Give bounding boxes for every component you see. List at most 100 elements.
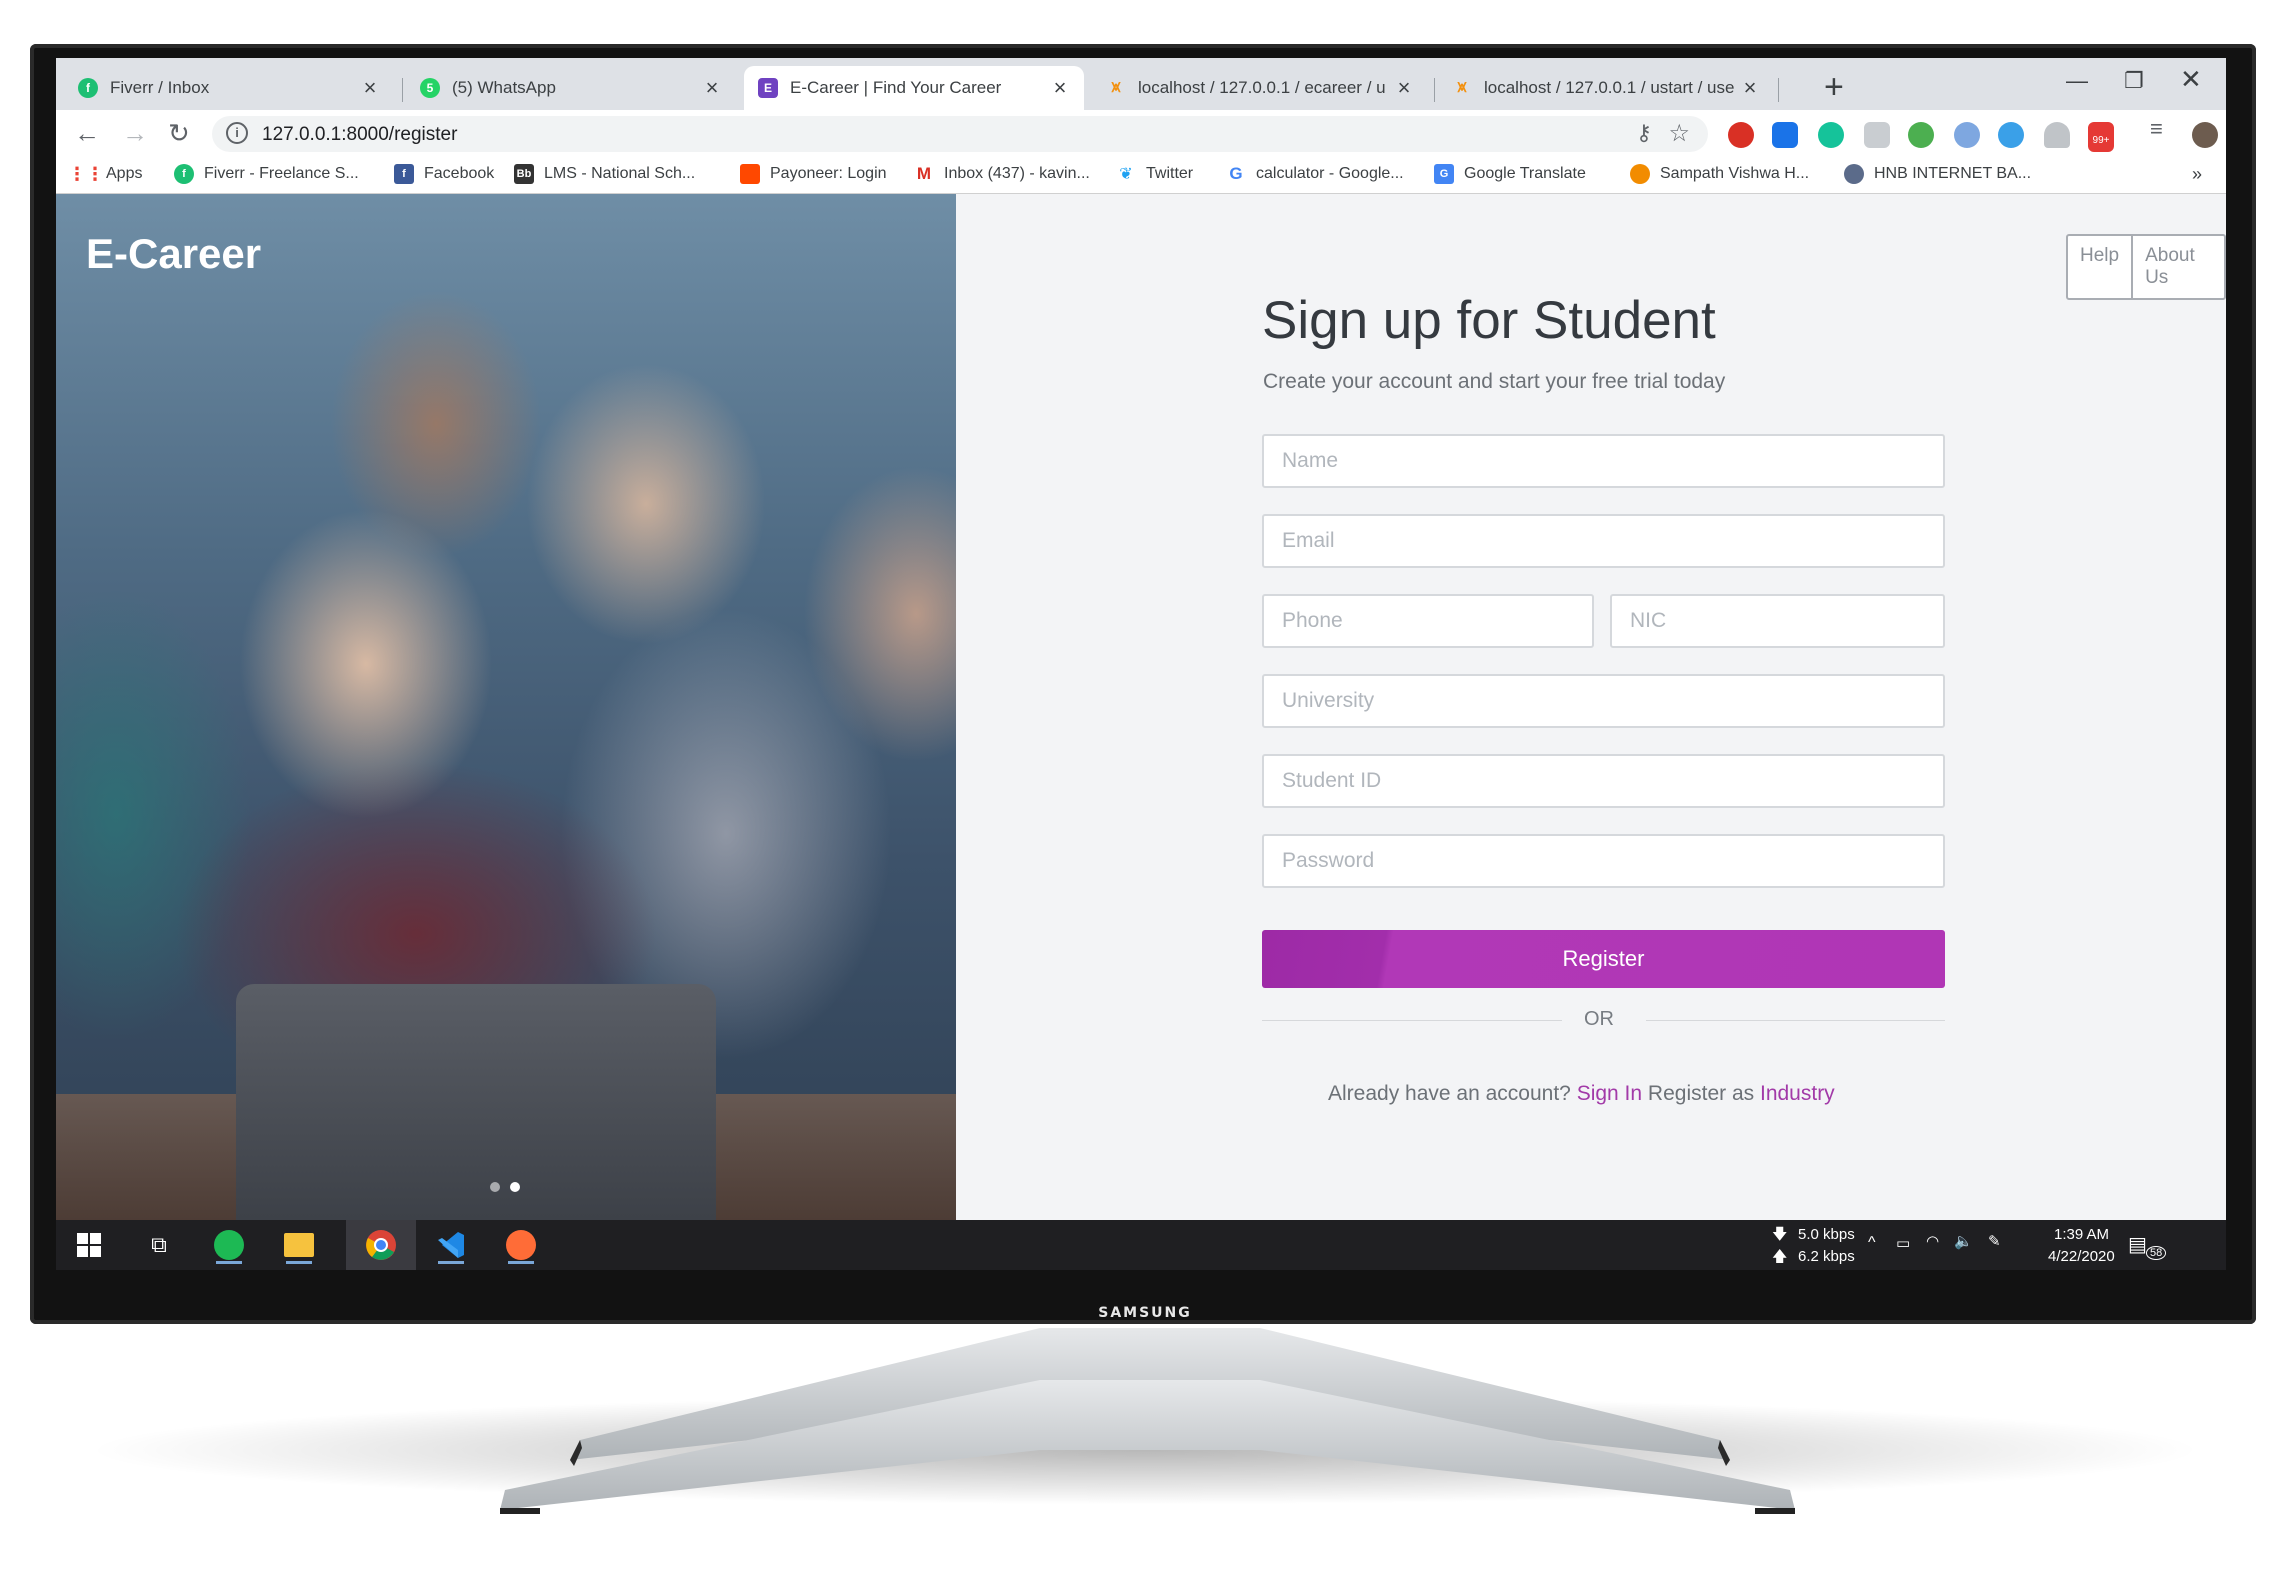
industry-link[interactable]: Industry (1760, 1082, 1835, 1105)
tab-phpmyadmin-ustart[interactable]: ⩙ localhost / 127.0.0.1 / ustart / use × (1438, 66, 1774, 110)
file-explorer-icon[interactable] (280, 1226, 318, 1264)
tab-fiverr[interactable]: f Fiverr / Inbox × (64, 66, 394, 110)
tab-title: E-Career | Find Your Career (790, 78, 1002, 97)
nic-field[interactable] (1610, 594, 1945, 648)
sampath-icon (1630, 164, 1650, 184)
tab-ecareer[interactable]: E E-Career | Find Your Career × (744, 66, 1084, 110)
tab-divider (1778, 78, 1779, 102)
browser-toolbar: ← → ↻ i 127.0.0.1:8000/register ⚷ ☆ 99+ … (56, 110, 2226, 158)
payoneer-icon (740, 164, 760, 184)
register-button[interactable]: Register (1262, 930, 1945, 988)
reload-icon[interactable]: ↻ (168, 118, 190, 149)
postman-icon[interactable] (502, 1226, 540, 1264)
minimize-icon[interactable]: — (2066, 68, 2088, 94)
forward-arrow-icon[interactable]: → (122, 118, 148, 149)
bookmark-star-icon[interactable]: ☆ (1668, 119, 1690, 148)
monitor-stand (500, 1328, 1795, 1514)
bookmark-lms[interactable]: Bb LMS - National Sch... (514, 164, 695, 184)
adblock-icon[interactable] (1728, 122, 1754, 148)
extension-icon[interactable] (2044, 122, 2070, 148)
close-icon[interactable]: × (1740, 75, 1760, 101)
site-logo[interactable]: E-Career (86, 230, 261, 278)
carousel-dots (490, 1182, 520, 1192)
bookmark-apps[interactable]: ⋮⋮ Apps (68, 163, 142, 184)
google-icon: G (1229, 164, 1243, 183)
close-icon[interactable]: × (1050, 75, 1070, 101)
close-icon[interactable]: × (360, 75, 380, 101)
close-icon[interactable]: × (702, 75, 722, 101)
bookmark-fiverr[interactable]: f Fiverr - Freelance S... (174, 164, 359, 184)
battery-icon[interactable]: ▭ (1896, 1234, 1910, 1252)
carousel-dot[interactable] (490, 1182, 500, 1192)
info-icon[interactable]: i (226, 122, 248, 144)
more-bookmarks-icon[interactable]: » (2192, 164, 2202, 185)
screen: f Fiverr / Inbox × 5 (5) WhatsApp × E E-… (56, 58, 2226, 1270)
gmail-icon: M (916, 164, 932, 183)
apps-grid-icon: ⋮⋮ (68, 163, 104, 184)
extension-icon[interactable] (1772, 122, 1798, 148)
sync-extension-icon[interactable] (1998, 122, 2024, 148)
bookmark-sampath[interactable]: Sampath Vishwa H... (1630, 164, 1809, 184)
restore-icon[interactable]: ❐ (2124, 68, 2144, 94)
notification-count: 58 (2146, 1246, 2167, 1260)
bookmark-translate[interactable]: G Google Translate (1434, 164, 1586, 184)
extension-icon[interactable] (1864, 122, 1890, 148)
notification-badge-icon[interactable]: 99+ (2088, 122, 2114, 152)
url-text[interactable]: 127.0.0.1:8000/register (262, 124, 457, 146)
carousel-dot-active[interactable] (510, 1182, 520, 1192)
clock-time[interactable]: 1:39 AM (2054, 1226, 2109, 1243)
bookmark-label: LMS - National Sch... (544, 165, 696, 182)
upload-speed: 6.2 kbps (1798, 1248, 1855, 1265)
task-view-icon[interactable]: ⧉ (140, 1226, 178, 1264)
spotify-icon[interactable] (210, 1226, 248, 1264)
volume-icon[interactable]: 🔈 (1954, 1232, 1973, 1250)
sign-in-link[interactable]: Sign In (1577, 1082, 1642, 1105)
key-icon[interactable]: ⚷ (1636, 120, 1652, 146)
menu-kebab-icon[interactable]: ⋮ (2218, 120, 2226, 146)
form-subtitle: Create your account and start your free … (1263, 370, 1726, 393)
window-close-icon[interactable]: ✕ (2180, 64, 2202, 95)
help-button[interactable]: Help (2068, 236, 2131, 298)
pen-icon[interactable]: ✎ (1988, 1232, 2001, 1250)
new-tab-button[interactable]: + (1824, 70, 1844, 104)
wifi-icon[interactable]: ◠ (1926, 1232, 1939, 1250)
windows-start-icon[interactable] (70, 1226, 108, 1264)
bookmark-label: Facebook (424, 165, 495, 182)
page: E-Career Help About Us Sign up for Stude… (56, 194, 2226, 1220)
bookmark-label: Payoneer: Login (770, 165, 887, 182)
whatsapp-icon: 5 (420, 78, 440, 98)
profile-avatar[interactable] (2192, 122, 2218, 148)
bookmark-calculator[interactable]: G calculator - Google... (1226, 164, 1403, 184)
about-us-button[interactable]: About Us (2131, 236, 2224, 298)
bookmark-twitter[interactable]: ❦ Twitter (1116, 164, 1193, 184)
email-field[interactable] (1262, 514, 1945, 568)
address-bar[interactable]: i 127.0.0.1:8000/register ⚷ ☆ (212, 116, 1708, 152)
phone-field[interactable] (1262, 594, 1594, 648)
back-arrow-icon[interactable]: ← (74, 118, 100, 149)
bookmark-payoneer[interactable]: Payoneer: Login (740, 164, 887, 184)
vscode-icon[interactable] (432, 1226, 470, 1264)
tab-phpmyadmin-ecareer[interactable]: ⩙ localhost / 127.0.0.1 / ecareer / u × (1092, 66, 1428, 110)
notification-icon[interactable]: ▤ (2128, 1232, 2147, 1257)
download-speed: 5.0 kbps (1798, 1226, 1855, 1243)
university-field[interactable] (1262, 674, 1945, 728)
name-field[interactable] (1262, 434, 1945, 488)
tab-whatsapp[interactable]: 5 (5) WhatsApp × (406, 66, 736, 110)
divider-line (1262, 1020, 1562, 1021)
extension-icon[interactable] (1908, 122, 1934, 148)
grammarly-icon[interactable] (1818, 122, 1844, 148)
have-account-text: Already have an account? (1328, 1082, 1571, 1105)
extension-icon[interactable] (1954, 122, 1980, 148)
bookmark-hnb[interactable]: HNB INTERNET BA... (1844, 164, 2031, 184)
chrome-icon[interactable] (362, 1226, 400, 1264)
bookmark-facebook[interactable]: f Facebook (394, 164, 494, 184)
password-field[interactable] (1262, 834, 1945, 888)
close-icon[interactable]: × (1394, 75, 1414, 101)
reading-list-icon[interactable]: ≡ (2150, 116, 2176, 142)
or-separator: OR (1584, 1008, 1614, 1030)
bookmark-gmail[interactable]: M Inbox (437) - kavin... (914, 164, 1090, 184)
student-id-field[interactable] (1262, 754, 1945, 808)
browser-tabbar: f Fiverr / Inbox × 5 (5) WhatsApp × E E-… (56, 58, 2226, 110)
chevron-up-icon[interactable]: ^ (1868, 1234, 1876, 1252)
clock-date[interactable]: 4/22/2020 (2048, 1248, 2115, 1265)
